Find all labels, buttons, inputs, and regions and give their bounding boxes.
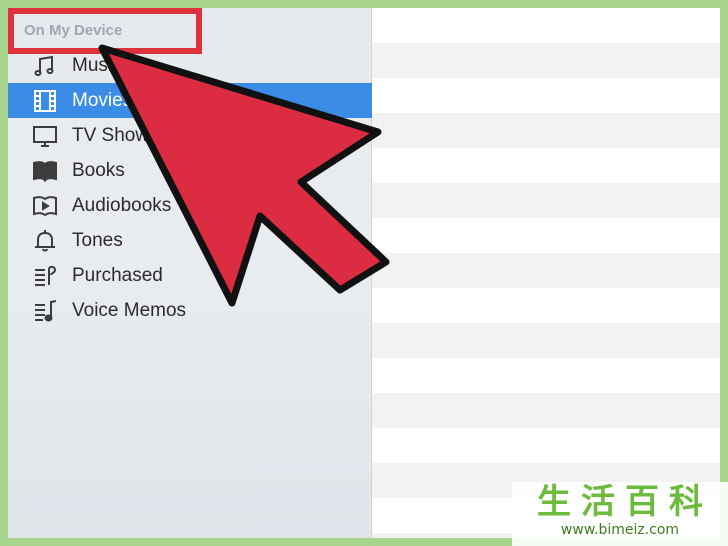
content-list <box>372 8 720 538</box>
list-row <box>372 218 720 253</box>
list-row <box>372 113 720 148</box>
list-row <box>372 78 720 113</box>
sidebar-item-label: Purchased <box>72 264 163 286</box>
sidebar-item-label: Music <box>72 54 122 76</box>
itunes-window: On My Device Music Movies TV Shows Books <box>8 8 720 538</box>
sidebar-item-label: Movies <box>72 89 133 111</box>
sidebar-item-label: TV Shows <box>72 124 159 146</box>
sidebar-item-purchased[interactable]: Purchased <box>8 258 372 293</box>
audiobook-icon <box>30 192 60 220</box>
list-row <box>372 358 720 393</box>
film-icon <box>30 87 60 115</box>
book-icon <box>30 157 60 185</box>
sidebar: On My Device Music Movies TV Shows Books <box>8 8 372 538</box>
sidebar-item-label: Voice Memos <box>72 299 187 321</box>
list-row <box>372 428 720 463</box>
sidebar-item-tones[interactable]: Tones <box>8 223 372 258</box>
watermark-chinese: 生活百科 <box>537 482 713 522</box>
sidebar-item-books[interactable]: Books <box>8 153 372 188</box>
bell-icon <box>30 227 60 255</box>
list-row <box>372 148 720 183</box>
list-row <box>372 8 720 43</box>
sidebar-item-tv-shows[interactable]: TV Shows <box>8 118 372 153</box>
list-row <box>372 323 720 358</box>
list-row <box>372 393 720 428</box>
list-row <box>372 288 720 323</box>
sidebar-item-voice-memos[interactable]: Voice Memos <box>8 293 372 328</box>
list-row <box>372 253 720 288</box>
list-row <box>372 43 720 78</box>
music-note-icon <box>30 52 60 80</box>
purchased-list-icon <box>30 262 60 290</box>
list-row <box>372 183 720 218</box>
sidebar-item-label: Tones <box>72 229 123 251</box>
sidebar-item-music[interactable]: Music <box>8 48 372 83</box>
tv-icon <box>30 122 60 150</box>
voice-memo-icon <box>30 297 60 325</box>
sidebar-item-audiobooks[interactable]: Audiobooks <box>8 188 372 223</box>
watermark: 生活百科 www.bimeiz.com <box>512 482 728 546</box>
sidebar-item-movies[interactable]: Movies <box>8 83 372 118</box>
watermark-url: www.bimeiz.com <box>560 522 680 538</box>
sidebar-item-label: Audiobooks <box>72 194 172 216</box>
sidebar-item-label: Books <box>72 159 125 181</box>
